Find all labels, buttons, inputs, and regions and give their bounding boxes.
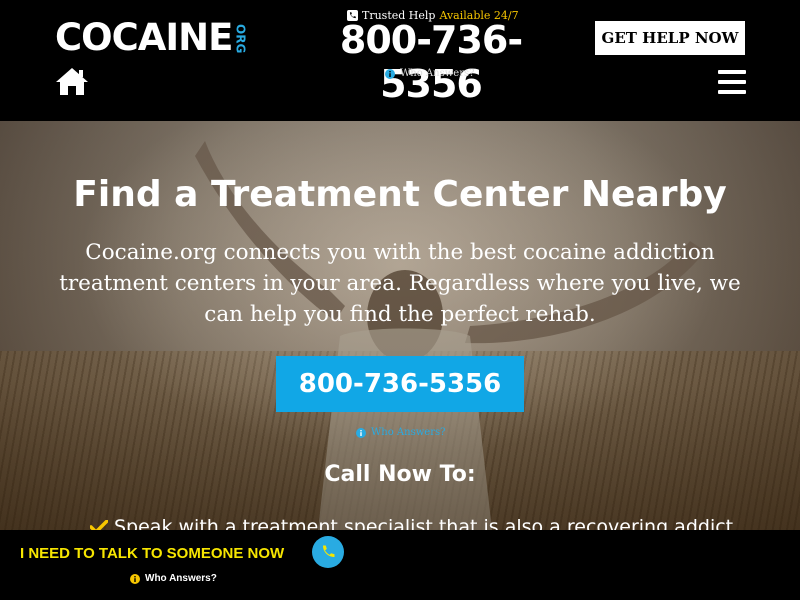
need-to-talk-link[interactable]: I NEED TO TALK TO SOMEONE NOW [20, 545, 284, 563]
hero-subtitle: Cocaine.org connects you with the best c… [59, 240, 741, 327]
who-answers-header[interactable]: Who Answers? [385, 68, 474, 79]
hero-phone-button[interactable]: 800-736-5356 [276, 356, 524, 412]
menu-icon[interactable] [718, 70, 746, 94]
who-answers-hero[interactable]: Who Answers? [356, 427, 445, 438]
phone-icon [323, 545, 335, 557]
info-icon [385, 68, 395, 79]
menu-line [718, 90, 746, 94]
hero-section: Find a Treatment Center Nearby Cocaine.o… [0, 121, 800, 600]
site-logo[interactable]: COCAINE ORG [55, 16, 248, 59]
get-help-now-button[interactable]: GET HELP NOW [595, 21, 745, 55]
header-phone-number[interactable]: 800-736-5356 [302, 18, 560, 106]
menu-line [718, 80, 746, 84]
call-button[interactable] [312, 536, 344, 568]
menu-line [718, 70, 746, 74]
who-answers-label: Who Answers? [400, 68, 475, 79]
site-header: COCAINE ORG Trusted Help Available 24/7 … [0, 0, 800, 121]
call-now-heading: Call Now To: [324, 462, 476, 487]
hero-title: Find a Treatment Center Nearby [73, 174, 727, 215]
logo-suffix: ORG [233, 24, 248, 54]
who-answers-label: Who Answers? [371, 427, 446, 438]
who-answers-label: Who Answers? [145, 573, 217, 584]
who-answers-bottom[interactable]: Who Answers? [130, 573, 217, 584]
info-icon [356, 427, 366, 438]
bottom-call-bar: I NEED TO TALK TO SOMEONE NOW Who Answer… [0, 530, 800, 600]
logo-text: COCAINE [55, 16, 233, 59]
info-icon [130, 573, 140, 584]
home-icon[interactable] [55, 66, 89, 96]
